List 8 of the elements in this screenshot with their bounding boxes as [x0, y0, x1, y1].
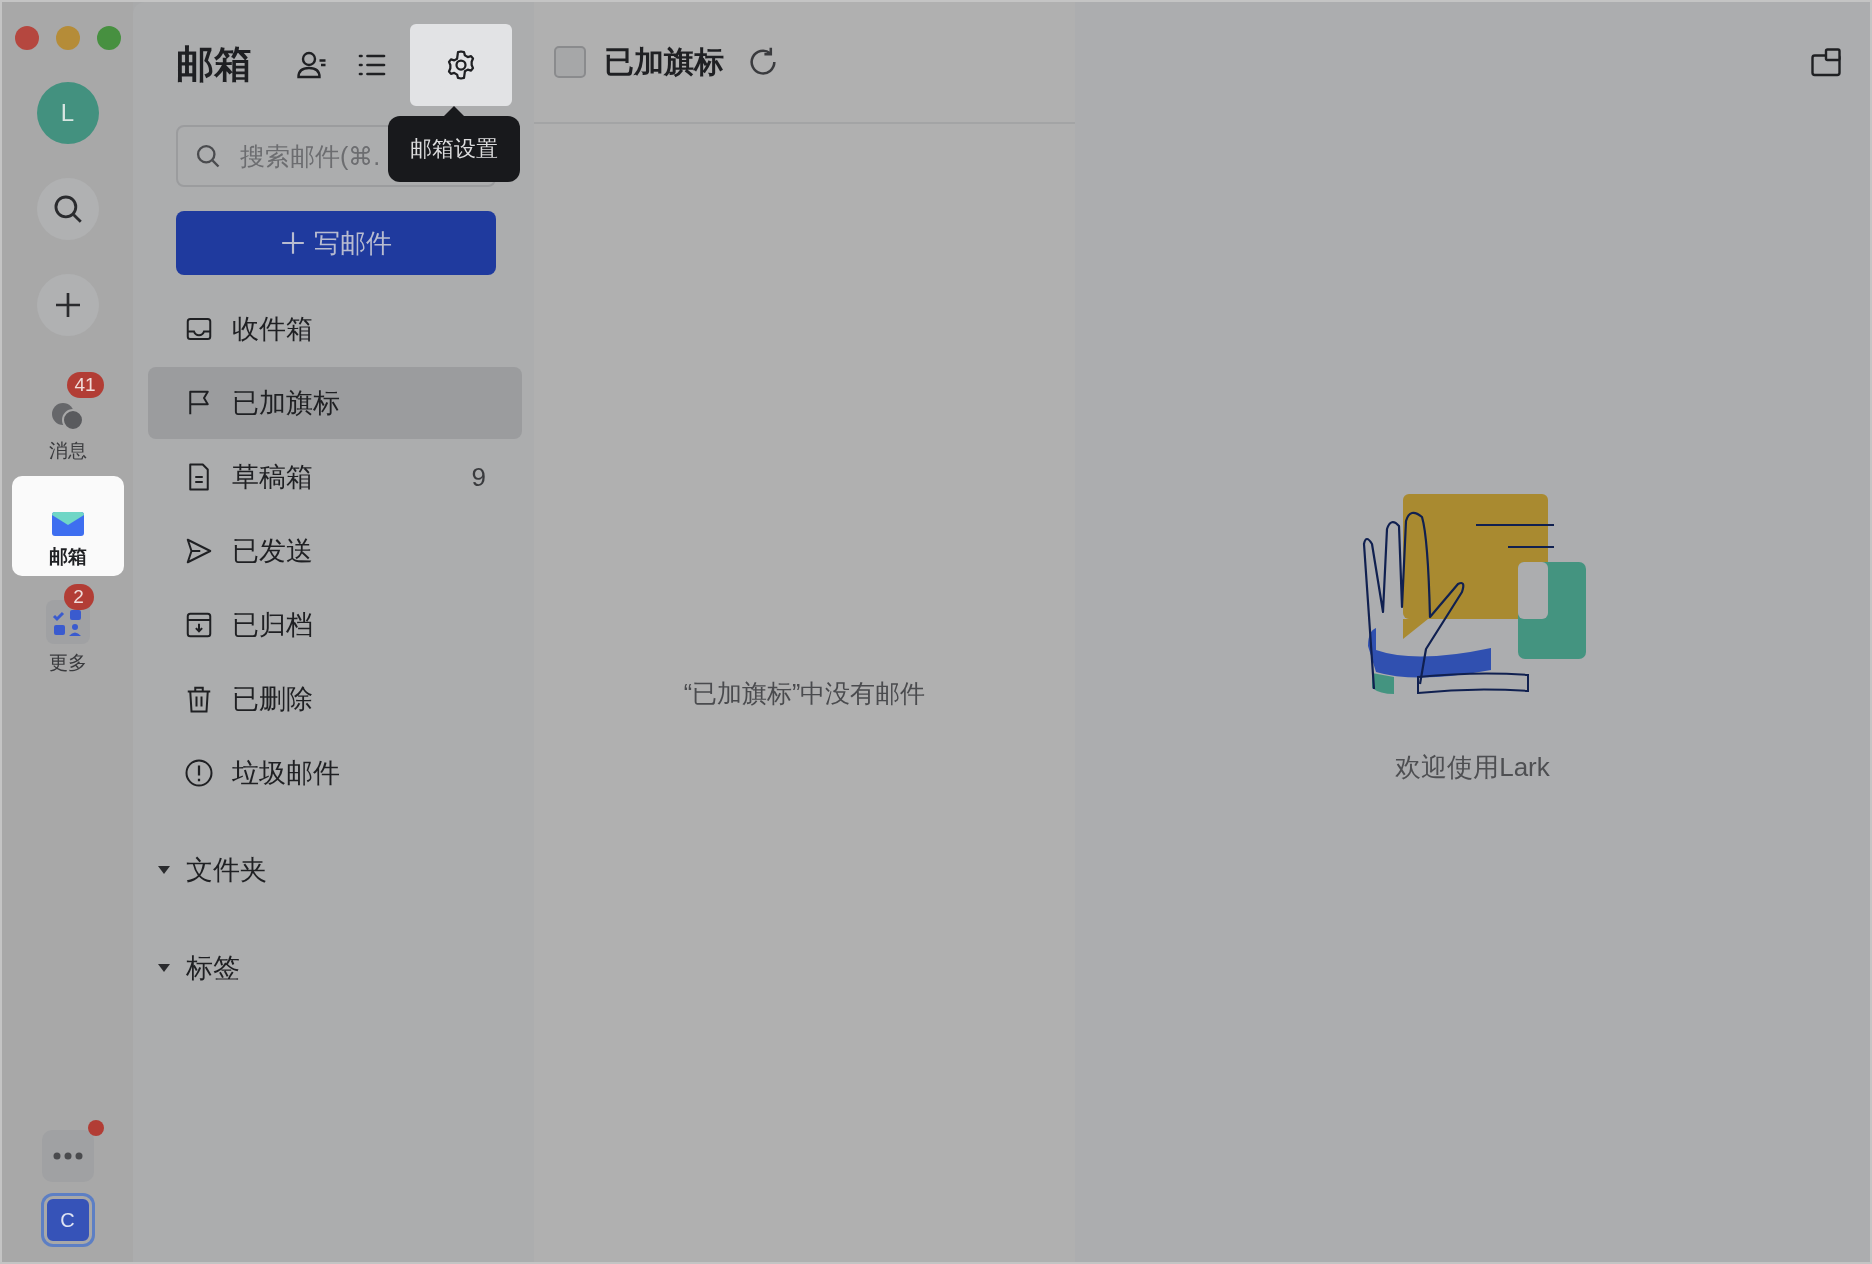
- unread-badge: 2: [63, 584, 94, 610]
- settings-tooltip: 邮箱设置: [388, 115, 520, 182]
- empty-message: “已加旗标”中没有邮件: [683, 677, 926, 709]
- draft-count: 9: [471, 461, 486, 493]
- unread-badge: 41: [66, 372, 104, 398]
- welcome-message: 欢迎使用Lark: [1395, 751, 1550, 784]
- list-title: 已加旗标: [604, 43, 724, 80]
- mailbox-title: 邮箱: [176, 42, 252, 87]
